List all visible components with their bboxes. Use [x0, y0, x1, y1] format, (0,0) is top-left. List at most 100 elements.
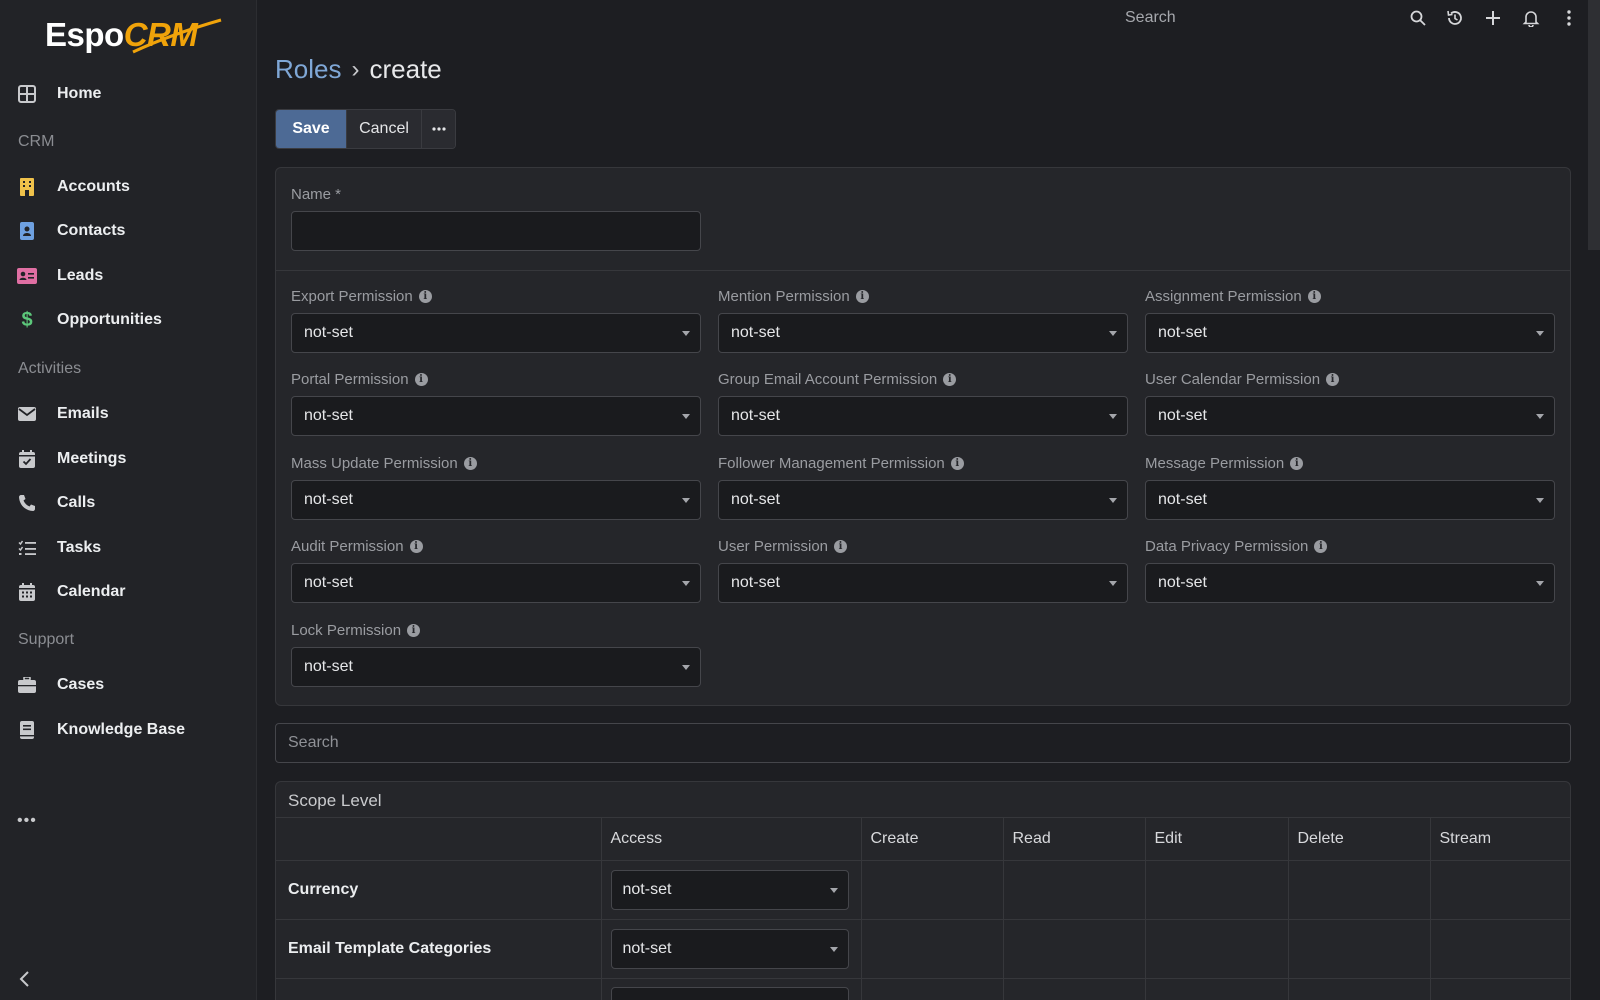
- column-header-edit: Edit: [1144, 817, 1288, 861]
- select-value: not-set: [731, 491, 780, 508]
- lock-permission-select[interactable]: not-set: [291, 647, 701, 687]
- sidebar-item-home[interactable]: Home: [0, 74, 257, 114]
- ellipsis-icon: [431, 127, 446, 131]
- read-cell: [1002, 978, 1145, 1000]
- select-value: not-set: [622, 940, 672, 957]
- sidebar-item-contacts[interactable]: Contacts: [0, 211, 257, 251]
- sidebar-more-button[interactable]: •••: [17, 812, 37, 830]
- info-icon[interactable]: i: [834, 540, 848, 553]
- caret-down-icon: [1109, 331, 1117, 336]
- sidebar-item-label: Tasks: [57, 539, 102, 556]
- caret-down-icon: [682, 665, 690, 670]
- kebab-menu-icon[interactable]: [1557, 6, 1581, 30]
- sidebar-item-meetings[interactable]: Meetings: [0, 439, 257, 479]
- access-select[interactable]: not-set: [610, 870, 849, 910]
- book-icon: [17, 720, 37, 740]
- mention-permission-select[interactable]: not-set: [718, 313, 1128, 353]
- portal-permission-select[interactable]: not-set: [291, 396, 701, 436]
- mass-update-permission-select[interactable]: not-set: [291, 480, 701, 520]
- column-header-read: Read: [1002, 817, 1145, 861]
- sidebar-item-knowledge-base[interactable]: Knowledge Base: [0, 710, 257, 750]
- user-permission-select[interactable]: not-set: [718, 563, 1128, 603]
- sidebar-item-opportunities[interactable]: $ Opportunities: [0, 300, 257, 340]
- caret-down-icon: [829, 888, 838, 893]
- select-value: not-set: [731, 574, 780, 591]
- sidebar-item-label: Meetings: [57, 450, 127, 467]
- access-select[interactable]: not-set: [610, 929, 849, 969]
- group-email-account-permission-label: Group Email Account Permission i: [718, 371, 957, 388]
- info-icon[interactable]: i: [409, 540, 423, 553]
- sidebar-item-cases[interactable]: Cases: [0, 665, 257, 705]
- assignment-permission-select[interactable]: not-set: [1145, 313, 1555, 353]
- data-privacy-permission-select[interactable]: not-set: [1145, 563, 1555, 603]
- sidebar-item-label: Accounts: [57, 178, 130, 195]
- cancel-button[interactable]: Cancel: [346, 110, 421, 148]
- audit-permission-select[interactable]: not-set: [291, 563, 701, 603]
- search-icon[interactable]: [1406, 6, 1430, 30]
- contact-card-icon: [17, 221, 37, 241]
- export-permission-select[interactable]: not-set: [291, 313, 701, 353]
- name-label-text: Name *: [291, 186, 342, 203]
- global-search-input[interactable]: Search: [1125, 9, 1176, 27]
- label-text: Export Permission: [291, 288, 413, 305]
- label-text: Data Privacy Permission: [1145, 538, 1309, 555]
- portal-permission-label: Portal Permission i: [291, 371, 428, 388]
- breadcrumb-roles-link[interactable]: Roles: [275, 54, 341, 85]
- collapse-sidebar-icon[interactable]: [18, 970, 34, 990]
- column-header-scope: [276, 817, 601, 861]
- follower-management-permission-select[interactable]: not-set: [718, 480, 1128, 520]
- sidebar-item-tasks[interactable]: Tasks: [0, 528, 257, 568]
- select-value: not-set: [731, 324, 780, 341]
- select-value: not-set: [1158, 324, 1207, 341]
- select-value: not-set: [1158, 407, 1207, 424]
- logo-swoosh-icon: [132, 18, 222, 54]
- sidebar-item-leads[interactable]: Leads: [0, 256, 257, 296]
- message-permission-select[interactable]: not-set: [1145, 480, 1555, 520]
- select-value: not-set: [304, 324, 353, 341]
- name-input[interactable]: [291, 211, 701, 251]
- info-icon[interactable]: i: [407, 624, 421, 637]
- role-form-panel: Name * Export Permission i not-set Mentio…: [275, 167, 1571, 706]
- label-text: Lock Permission: [291, 622, 402, 639]
- sidebar-item-calls[interactable]: Calls: [0, 483, 257, 523]
- caret-down-icon: [829, 947, 838, 952]
- select-value: not-set: [731, 407, 780, 424]
- save-button[interactable]: Save: [276, 110, 346, 148]
- calendar-icon: [17, 582, 37, 602]
- sidebar-item-label: Knowledge Base: [57, 721, 186, 738]
- bell-icon[interactable]: [1519, 6, 1543, 30]
- edit-cell: [1144, 978, 1288, 1000]
- label-text: Group Email Account Permission: [718, 371, 938, 388]
- more-actions-button[interactable]: [421, 110, 455, 148]
- user-calendar-permission-select[interactable]: not-set: [1145, 396, 1555, 436]
- sidebar-item-accounts[interactable]: Accounts: [0, 167, 257, 207]
- column-header-stream: Stream: [1429, 817, 1570, 861]
- info-icon[interactable]: i: [943, 373, 957, 386]
- app-logo[interactable]: EspoCRM: [45, 16, 222, 60]
- checklist-icon: [17, 538, 37, 558]
- info-icon[interactable]: i: [1290, 457, 1304, 470]
- caret-down-icon: [1109, 498, 1117, 503]
- scope-search-input[interactable]: Search: [275, 723, 1571, 763]
- history-icon[interactable]: [1443, 6, 1467, 30]
- info-icon[interactable]: i: [414, 373, 428, 386]
- info-icon[interactable]: i: [855, 290, 869, 303]
- info-icon[interactable]: i: [950, 457, 964, 470]
- sidebar-item-calendar[interactable]: Calendar: [0, 572, 257, 612]
- access-select[interactable]: [610, 987, 849, 1000]
- name-label: Name *: [291, 186, 341, 203]
- page-scrollbar[interactable]: [1588, 0, 1600, 250]
- access-cell: not-set: [600, 919, 861, 979]
- info-icon[interactable]: i: [1314, 540, 1328, 553]
- info-icon[interactable]: i: [463, 457, 477, 470]
- group-email-account-permission-select[interactable]: not-set: [718, 396, 1128, 436]
- info-icon[interactable]: i: [1326, 373, 1340, 386]
- plus-icon[interactable]: [1481, 6, 1505, 30]
- sidebar-item-label: Calls: [57, 494, 96, 511]
- briefcase-icon: [17, 675, 37, 695]
- sidebar-item-emails[interactable]: Emails: [0, 394, 257, 434]
- info-icon[interactable]: i: [418, 290, 432, 303]
- info-icon[interactable]: i: [1307, 290, 1321, 303]
- logo-main: Espo: [45, 16, 124, 53]
- table-row: Currency not-set: [276, 860, 1570, 920]
